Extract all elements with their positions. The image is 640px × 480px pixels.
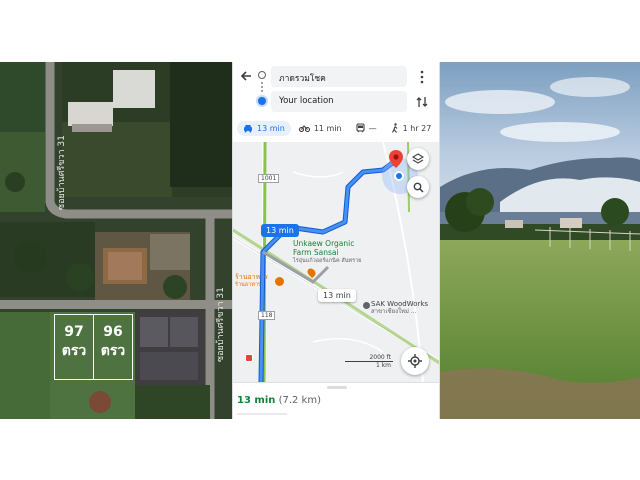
transit-icon [356,123,365,133]
road-label: ซอยบ้านศรีขวา 31 [57,135,67,210]
poi-organic-farm[interactable]: Unkaew Organic Farm Sansai ไร่อุ่นแก้วออ… [293,239,361,265]
destination-marker-icon [258,71,266,79]
summary-text: 13 min (7.2 km) [237,395,321,406]
plot-number: 97 [64,324,84,340]
tab-drive[interactable]: 13 min [237,120,291,136]
search-map-button[interactable] [407,176,429,198]
tab-motorbike-label: 11 min [313,123,342,133]
crosshair-icon [408,354,422,368]
origin-marker-icon [258,97,266,105]
landscape-art [440,62,640,419]
poi-label: SAK WoodWorks [371,300,429,308]
poi-label: ร้านอาหาร [235,273,268,281]
destination-field[interactable]: ภาดรวมโชค [271,66,407,87]
summary-distance: (7.2 km) [278,395,321,406]
scale-ft: 2000 ft [345,354,393,362]
route-eta-chip[interactable]: 13 min [261,224,299,237]
dots-connector-icon [261,82,263,92]
swap-icon[interactable] [415,94,429,108]
road-label: ซอยบ้านศรีขวา 31 [216,287,226,362]
tab-walk-label: 1 hr 27 [402,123,432,133]
plot-97: 97 ตรว [54,314,94,380]
travel-mode-tabs: 13 min 11 min — 1 hr 27 [233,114,439,142]
tab-motorbike[interactable]: 11 min [293,121,348,136]
scale-km: 1 km [375,362,391,369]
tab-transit[interactable]: — [350,120,383,136]
layers-button[interactable] [407,148,429,170]
route-summary[interactable]: 13 min (7.2 km) [233,382,439,419]
motorbike-icon [298,125,310,132]
road-shield-1001: 1001 [258,174,280,183]
poi-restaurant[interactable]: ร้านอาหาร ร้านอาหาร [235,273,268,289]
landscape-photo [440,62,640,419]
plot-unit: ตรว [61,343,87,359]
start-marker-icon [245,354,253,362]
poi-label-thai: สาขาเชียงใหม่ ... [371,308,417,315]
restaurant-pin-icon [275,277,284,286]
plot-number: 96 [103,324,123,340]
sak-pin-icon [363,302,370,309]
road-shield-118: 118 [258,311,276,320]
poi-sak-woodworks[interactable]: SAK WoodWorks สาขาเชียงใหม่ ... [371,300,428,316]
more-options-icon[interactable] [419,69,425,84]
plot-96: 96 ตรว [93,314,133,380]
map-scale: 2000 ft 1 km [345,354,393,369]
car-icon [244,124,252,132]
tab-walk[interactable]: 1 hr 27 [385,120,438,136]
tab-drive-label: 13 min [257,123,285,133]
back-arrow-icon[interactable] [239,68,253,82]
poi-label-thai: ไร่อุ่นแก้วออร์แกนิค สันทราย [293,258,362,264]
drag-handle[interactable] [327,386,347,389]
destination-pin-icon[interactable] [389,150,403,168]
summary-underline [237,413,287,415]
poi-label: Unkaew Organic Farm Sansai [293,239,355,257]
origin-field[interactable]: Your location [271,91,407,112]
search-icon [413,182,424,193]
summary-time: 13 min [237,395,276,406]
collage: ซอยบ้านศรีขวา 31 ซอยบ้านศรีขวา 31 97 ตรว… [0,0,640,480]
maps-app: ภาดรวมโชค Your location 13 min 11 min — [232,62,440,419]
alt-route-eta-chip[interactable]: 13 min [318,289,356,302]
layers-icon [412,153,424,164]
recenter-button[interactable] [401,347,429,375]
my-location-dot-icon [394,171,404,181]
tab-transit-label: — [368,123,377,133]
poi-sublabel: ร้านอาหาร [235,282,261,288]
satellite-image: ซอยบ้านศรีขวา 31 ซอยบ้านศรีขวา 31 97 ตรว… [0,62,232,419]
walk-icon [391,123,398,133]
plot-unit: ตรว [100,343,126,359]
map-view[interactable]: 13 min 13 min Unkaew Organic Farm Sansai… [233,142,439,382]
